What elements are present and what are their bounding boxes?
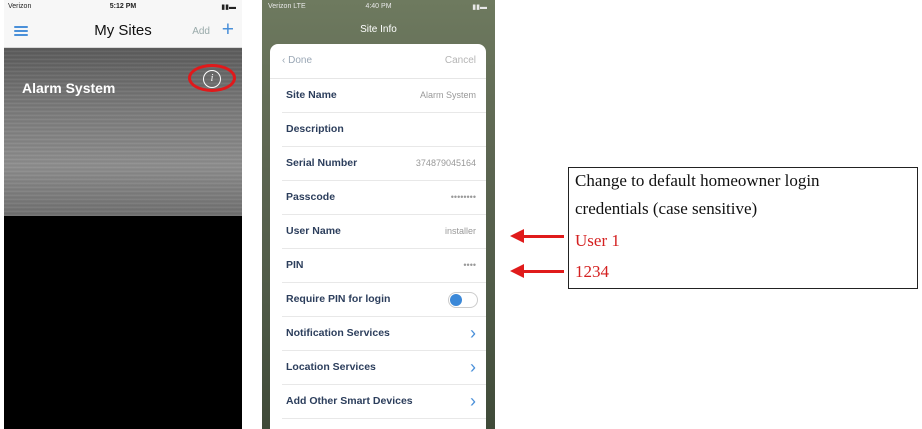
- done-label: Done: [288, 55, 313, 66]
- status-bar: Verizon 5:12 PM ▮▮▬: [4, 0, 242, 14]
- row-label: Description: [286, 123, 344, 135]
- battery-icon: ▮▮▬: [472, 4, 487, 11]
- pin-value[interactable]: ••••: [463, 260, 476, 270]
- callout-line-1: Change to default homeowner login: [575, 171, 820, 190]
- serial-number-value[interactable]: 374879045164: [416, 158, 476, 168]
- status-bar: Verizon LTE 4:40 PM ▮▮▬: [262, 0, 495, 14]
- chevron-right-icon: ›: [470, 357, 476, 377]
- screen-title: Site Info: [360, 24, 397, 35]
- status-time: 5:12 PM: [109, 3, 137, 10]
- add-smart-devices-row[interactable]: Add Other Smart Devices ›: [282, 385, 486, 419]
- require-pin-row: Require PIN for login: [282, 283, 486, 317]
- site-name-value[interactable]: Alarm System: [420, 90, 476, 100]
- instruction-callout: Change to default homeowner login creden…: [568, 167, 918, 289]
- location-services-row[interactable]: Location Services ›: [282, 351, 486, 385]
- row-label: Location Services: [286, 361, 376, 373]
- nav-bar: My Sites Add +: [4, 14, 242, 48]
- pin-row[interactable]: PIN ••••: [282, 249, 486, 283]
- toggle-knob: [450, 294, 462, 306]
- require-pin-toggle[interactable]: [448, 292, 478, 308]
- row-label: Site Name: [286, 89, 337, 101]
- site-name-row[interactable]: Site Name Alarm System: [282, 79, 486, 113]
- sheet-toolbar: ‹ Done Cancel: [270, 44, 486, 79]
- row-label: Serial Number: [286, 157, 358, 169]
- info-icon[interactable]: i: [203, 70, 221, 88]
- site-card[interactable]: Alarm System i: [4, 48, 242, 216]
- user-name-row[interactable]: User Name installer: [282, 215, 486, 249]
- battery-icon: ▮▮▬: [221, 4, 236, 11]
- row-label: PIN: [286, 259, 304, 271]
- site-info-sheet: ‹ Done Cancel Site Name Alarm System Des…: [270, 44, 486, 429]
- callout-user: User 1: [575, 231, 620, 250]
- notification-services-row[interactable]: Notification Services ›: [282, 317, 486, 351]
- user-name-value[interactable]: installer: [445, 226, 476, 236]
- row-label: User Name: [286, 225, 341, 237]
- chevron-right-icon: ›: [470, 323, 476, 343]
- row-label: Require PIN for login: [286, 293, 391, 305]
- add-button[interactable]: Add: [192, 26, 210, 37]
- chevron-right-icon: ›: [470, 391, 476, 411]
- row-label: Notification Services: [286, 327, 390, 339]
- description-row[interactable]: Description: [282, 113, 486, 147]
- done-button[interactable]: ‹ Done: [282, 55, 312, 66]
- row-label: Passcode: [286, 191, 336, 203]
- serial-number-row[interactable]: Serial Number 374879045164: [282, 147, 486, 181]
- highlight-circle: i: [188, 64, 236, 92]
- callout-pin: 1234: [575, 262, 609, 281]
- status-time: 4:40 PM: [365, 3, 392, 10]
- passcode-row[interactable]: Passcode ••••••••: [282, 181, 486, 215]
- arrow-left-icon: [510, 229, 566, 243]
- my-sites-screen: Verizon 5:12 PM ▮▮▬ My Sites Add + Alarm…: [4, 0, 242, 429]
- row-label: Add Other Smart Devices: [286, 395, 413, 407]
- passcode-value[interactable]: ••••••••: [451, 192, 476, 202]
- site-name: Alarm System: [22, 80, 116, 96]
- cancel-button[interactable]: Cancel: [445, 55, 476, 66]
- arrow-left-icon: [510, 264, 566, 278]
- site-info-screen: Verizon LTE 4:40 PM ▮▮▬ Site Info ‹ Done…: [262, 0, 495, 429]
- plus-icon[interactable]: +: [222, 18, 234, 42]
- callout-line-2: credentials (case sensitive): [575, 199, 758, 218]
